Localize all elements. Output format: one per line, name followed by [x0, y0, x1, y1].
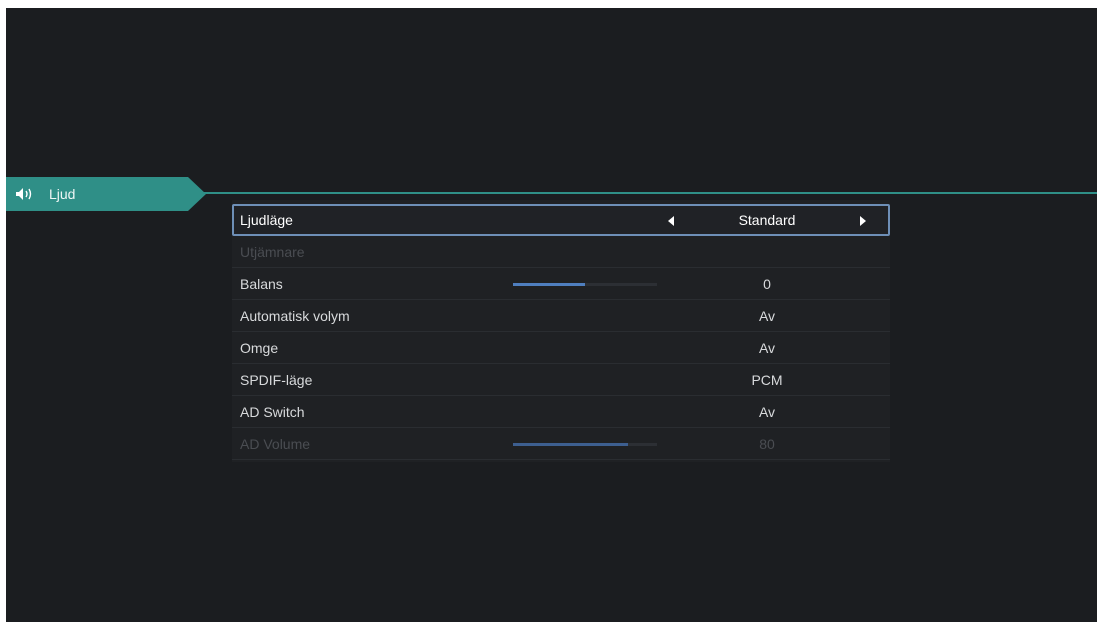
setting-label: AD Switch — [240, 404, 305, 420]
setting-label: Utjämnare — [240, 244, 305, 260]
setting-row-omge[interactable]: Omge Av — [232, 332, 890, 364]
setting-label: Ljudläge — [240, 212, 293, 228]
setting-row-ad-switch[interactable]: AD Switch Av — [232, 396, 890, 428]
ad-volume-slider — [513, 443, 657, 446]
header-divider — [196, 192, 1097, 194]
setting-value: 0 — [763, 276, 771, 292]
setting-row-automatisk-volym[interactable]: Automatisk volym Av — [232, 300, 890, 332]
arrow-right-icon[interactable] — [860, 216, 866, 226]
setting-value: Av — [758, 340, 776, 356]
ad-volume-slider-fill — [513, 443, 629, 446]
setting-row-balans[interactable]: Balans 0 — [232, 268, 890, 300]
balance-slider[interactable] — [513, 283, 657, 286]
arrow-left-icon[interactable] — [668, 216, 674, 226]
setting-label: SPDIF-läge — [240, 372, 313, 388]
setting-row-ad-volume: AD Volume 80 — [232, 428, 890, 460]
setting-label: Automatisk volym — [240, 308, 350, 324]
setting-label: AD Volume — [240, 436, 311, 452]
tv-screen: Ljud Ljudläge Standard Utjämnare Balans … — [6, 8, 1097, 622]
setting-row-ljudlage[interactable]: Ljudläge Standard — [232, 204, 890, 236]
setting-label: Omge — [240, 340, 279, 356]
setting-value: Av — [758, 308, 776, 324]
tab-label: Ljud — [49, 186, 76, 202]
sound-settings-list: Ljudläge Standard Utjämnare Balans 0 Aut… — [232, 200, 890, 462]
setting-value: Av — [758, 404, 776, 420]
setting-label: Balans — [240, 276, 283, 292]
setting-value: PCM — [751, 372, 783, 388]
tab-ljud[interactable]: Ljud — [6, 177, 206, 211]
speaker-icon — [16, 188, 32, 200]
setting-value: 80 — [759, 436, 775, 452]
setting-row-spdif-lage[interactable]: SPDIF-läge PCM — [232, 364, 890, 396]
setting-value: Standard — [738, 212, 796, 228]
setting-row-utjamnare: Utjämnare — [232, 236, 890, 268]
balance-slider-fill — [513, 283, 585, 286]
